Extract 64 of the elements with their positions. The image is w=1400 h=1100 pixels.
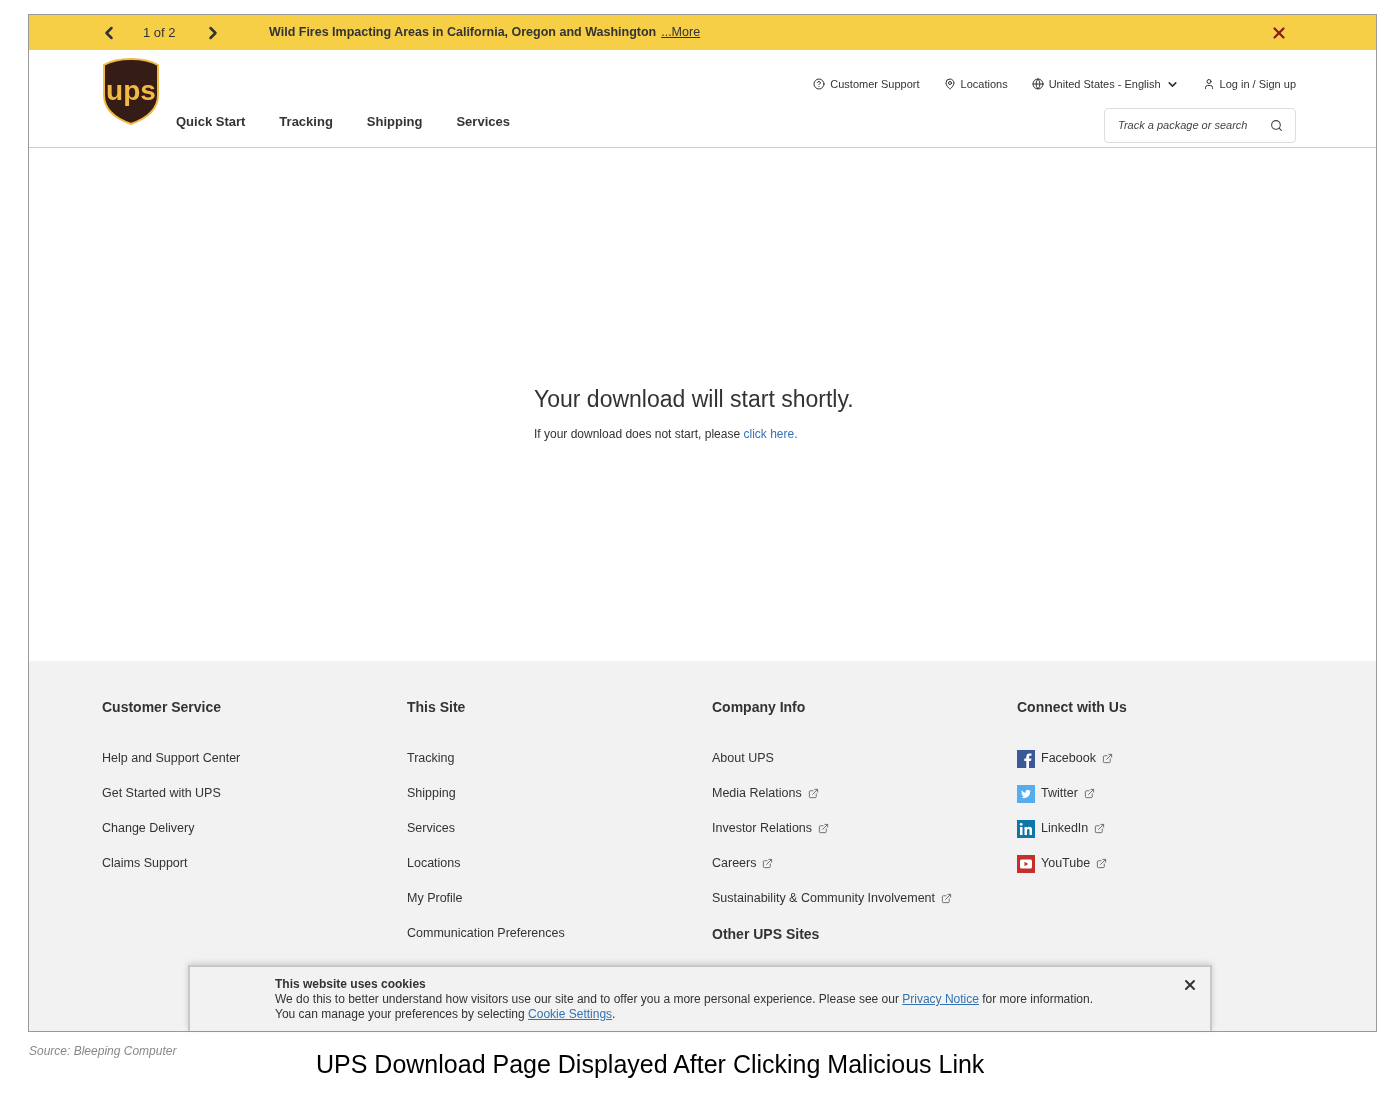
close-icon	[1182, 977, 1198, 993]
footer-heading: Company Info	[712, 698, 807, 717]
footer-heading: This Site	[407, 698, 467, 717]
external-link-icon	[1096, 858, 1108, 869]
external-link-icon	[1083, 788, 1095, 799]
footer-link[interactable]: Twitter	[1017, 776, 1322, 811]
footer-heading: Customer Service	[102, 698, 223, 717]
footer-link[interactable]: Tracking	[407, 741, 712, 776]
pin-icon	[943, 78, 956, 91]
utility-link[interactable]: Log in / Sign up	[1202, 76, 1296, 93]
person-icon	[1202, 78, 1215, 91]
help-icon	[813, 78, 826, 91]
footer-link[interactable]: Shipping	[407, 776, 712, 811]
footer-link[interactable]: Communication Preferences	[407, 916, 712, 951]
figure-caption: UPS Download Page Displayed After Clicking Malicious Link	[316, 1049, 985, 1080]
cookie-title: This website uses cookies	[275, 977, 427, 992]
privacy-notice-link[interactable]: Privacy Notice	[902, 992, 979, 1006]
footer-link[interactable]: YouTube	[1017, 846, 1322, 881]
footer-link[interactable]: Locations	[407, 846, 712, 881]
external-link-icon	[941, 893, 952, 904]
video-play-icon	[1017, 854, 1035, 873]
footer-link[interactable]: LinkedIn	[1017, 811, 1322, 846]
footer-heading: Connect with Us	[1017, 698, 1128, 717]
facebook-icon	[1017, 749, 1035, 768]
shield-logo: ups	[102, 57, 160, 125]
footer-link[interactable]: Investor Relations	[712, 811, 1017, 846]
alert-message: Wild Fires Impacting Areas in California, Oregon and Washington	[269, 24, 657, 42]
footer-link[interactable]: Get Started with UPS	[102, 776, 407, 811]
external-link-icon	[807, 788, 819, 799]
close-button[interactable]	[1182, 977, 1198, 993]
footer-link[interactable]: Help and Support Center	[102, 741, 407, 776]
footer-link[interactable]: Claims Support	[102, 846, 407, 881]
download-note: If your download does not start, please click here.	[534, 425, 798, 443]
download-heading: Your download will start shortly.	[534, 385, 854, 414]
more-link[interactable]: ...More	[661, 23, 701, 42]
search-icon	[1270, 118, 1283, 132]
source-credit: Source: Bleeping Computer	[29, 1043, 178, 1060]
pager-count: 1 of 2	[143, 23, 177, 42]
footer-link[interactable]: Sustainability & Community Involvement	[712, 881, 1017, 916]
globe-icon	[1031, 78, 1044, 91]
nav-link[interactable]: Services	[456, 111, 510, 131]
click-here-link[interactable]: click here.	[743, 426, 798, 441]
footer-link[interactable]: Careers	[712, 846, 1017, 881]
footer-heading: Other UPS Sites	[712, 925, 821, 944]
footer-link[interactable]: Change Delivery	[102, 811, 407, 846]
search-field[interactable]: Track a package or search	[1104, 107, 1296, 143]
nav-link[interactable]: Shipping	[366, 111, 423, 131]
footer-link[interactable]: My Profile	[407, 881, 712, 916]
nav-link[interactable]: Tracking	[279, 111, 333, 131]
footer-link[interactable]: Services	[407, 811, 712, 846]
footer-link[interactable]: About UPS	[712, 741, 1017, 776]
linkedin-icon	[1017, 819, 1035, 838]
utility-link[interactable]: United States - English	[1031, 76, 1179, 93]
utility-link[interactable]: Locations	[943, 76, 1008, 93]
footer-link[interactable]: Media Relations	[712, 776, 1017, 811]
external-link-icon	[1094, 823, 1106, 834]
external-link-icon	[1101, 753, 1113, 764]
footer-link[interactable]: Facebook	[1017, 741, 1322, 776]
bird-icon	[1017, 784, 1035, 803]
nav-link[interactable]: Quick Start	[176, 111, 246, 131]
external-link-icon	[762, 858, 774, 869]
external-link-icon	[818, 823, 830, 834]
utility-link[interactable]: Customer Support	[813, 76, 920, 93]
cookie-text: We do this to better understand how visitors use our site and to offer you a more personal experience. Please see our Privacy Notice for more information. You can manage your preferences by selecting Cookie Settings.	[275, 992, 1094, 1022]
